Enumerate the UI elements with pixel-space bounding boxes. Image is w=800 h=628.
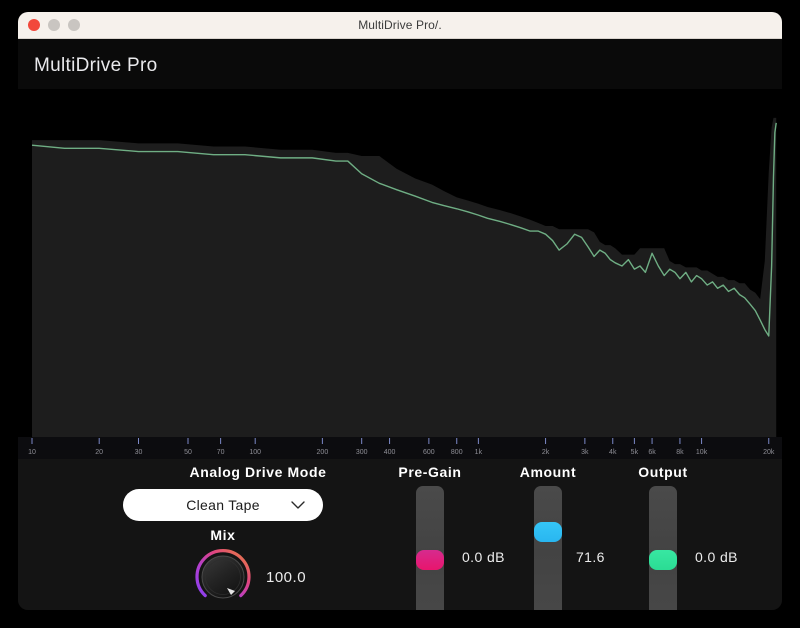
mix-knob[interactable] xyxy=(193,547,253,607)
chevron-down-icon xyxy=(291,501,305,509)
app-root: MultiDrive Pro/. MultiDrive Pro 10 20 30 50… xyxy=(0,0,800,628)
spectrum-fill-area xyxy=(32,117,777,437)
spectrum-chart xyxy=(31,117,777,437)
axis-tick-label: 400 xyxy=(384,449,396,456)
axis-tick-label: 10 xyxy=(28,449,36,456)
drive-mode-dropdown[interactable]: Clean Tape xyxy=(123,489,323,521)
frequency-axis: 10 20 30 50 70 100 200 300 400 600 800 1k 2k 3k 4k 5k 6k… xyxy=(18,437,782,459)
mix-label: Mix xyxy=(210,527,236,543)
axis-tick-label: 800 xyxy=(451,449,463,456)
amount-slider-thumb[interactable] xyxy=(534,522,562,543)
window-titlebar: MultiDrive Pro/. xyxy=(18,12,782,39)
axis-tick-label: 5k xyxy=(631,449,639,456)
spectrum-analyzer-display xyxy=(18,89,782,437)
axis-tick-label: 20 xyxy=(95,449,103,456)
axis-tick-label: 4k xyxy=(609,449,617,456)
output-slider-track[interactable] xyxy=(649,486,677,610)
axis-tick-label: 3k xyxy=(581,449,589,456)
axis-tick-label: 600 xyxy=(423,449,435,456)
axis-tick-label: 10k xyxy=(696,449,708,456)
output-label: Output xyxy=(638,464,688,480)
controls-panel: Analog Drive Mode Clean Tape Mix 100.0 P… xyxy=(18,459,782,610)
close-window-button[interactable] xyxy=(28,19,40,31)
output-value: 0.0 dB xyxy=(695,549,738,565)
pre-gain-value: 0.0 dB xyxy=(462,549,505,565)
drive-mode-selected-value: Clean Tape xyxy=(186,497,260,513)
amount-value: 71.6 xyxy=(576,549,605,565)
traffic-light-group xyxy=(28,19,80,31)
plugin-body: MultiDrive Pro 10 20 30 50 70 100 200 300 400 600… xyxy=(18,39,782,610)
axis-tick-label: 50 xyxy=(184,449,192,456)
pre-gain-label: Pre-Gain xyxy=(398,464,462,480)
mix-knob-graphic xyxy=(195,549,251,599)
pre-gain-slider-thumb[interactable] xyxy=(416,550,444,570)
amount-slider-track[interactable] xyxy=(534,486,562,610)
axis-tick-label: 300 xyxy=(356,449,368,456)
axis-tick-label: 2k xyxy=(542,449,550,456)
minimize-window-button[interactable] xyxy=(48,19,60,31)
page-title: MultiDrive Pro xyxy=(34,55,158,76)
output-slider-thumb[interactable] xyxy=(649,550,677,570)
plugin-window: MultiDrive Pro/. MultiDrive Pro 10 20 30 50… xyxy=(18,12,782,610)
axis-tick-label: 70 xyxy=(217,449,225,456)
mix-value: 100.0 xyxy=(266,569,307,586)
amount-label: Amount xyxy=(519,464,577,480)
axis-tick-label: 1k xyxy=(475,449,483,456)
axis-tick-label: 100 xyxy=(249,449,261,456)
window-title: MultiDrive Pro/. xyxy=(358,18,442,32)
axis-tick-label: 8k xyxy=(676,449,684,456)
axis-tick-label: 20k xyxy=(763,449,775,456)
axis-tick-label: 6k xyxy=(648,449,656,456)
axis-tick-label: 30 xyxy=(135,449,143,456)
axis-tick-label: 200 xyxy=(317,449,329,456)
maximize-window-button[interactable] xyxy=(68,19,80,31)
pre-gain-slider-track[interactable] xyxy=(416,486,444,610)
frequency-axis-ticks: 10 20 30 50 70 100 200 300 400 600 800 1k 2k 3k 4k 5k 6k… xyxy=(28,438,775,456)
drive-mode-label: Analog Drive Mode xyxy=(189,464,327,480)
